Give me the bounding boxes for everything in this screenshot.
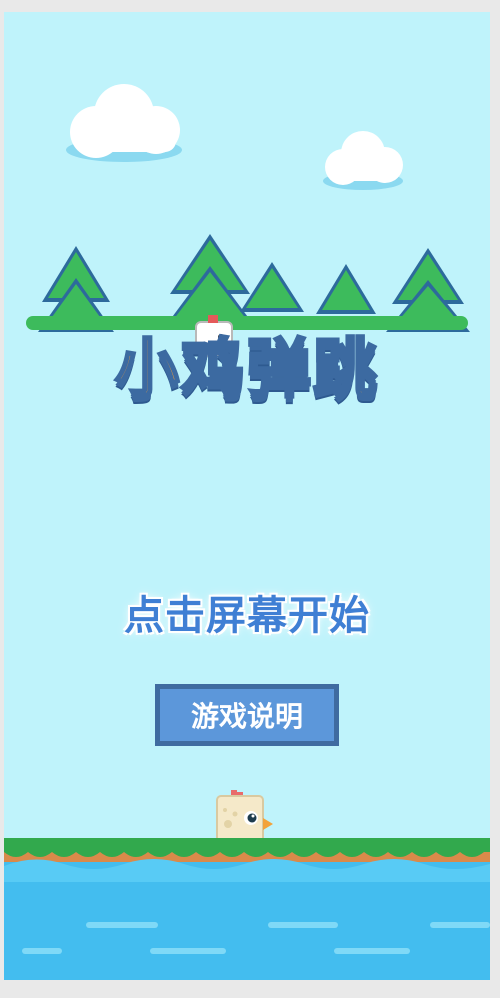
pine-tree-icon <box>240 262 304 312</box>
tap-to-start-prompt[interactable]: 点击屏幕开始 <box>92 577 402 647</box>
frame-bottom <box>0 980 500 998</box>
cloud-icon <box>323 131 403 190</box>
water <box>4 859 490 980</box>
instructions-button-label: 游戏说明 <box>160 689 334 741</box>
game-screen[interactable]: 小鸡弹跳 点击屏幕开始 游戏说明 <box>4 12 490 980</box>
frame-right <box>490 12 500 980</box>
instructions-button[interactable]: 游戏说明 <box>155 684 339 746</box>
game-title: 小鸡弹跳 <box>114 332 379 409</box>
cloud-icon <box>66 84 182 162</box>
frame-top <box>0 0 500 12</box>
pine-tree-icon <box>316 264 376 314</box>
